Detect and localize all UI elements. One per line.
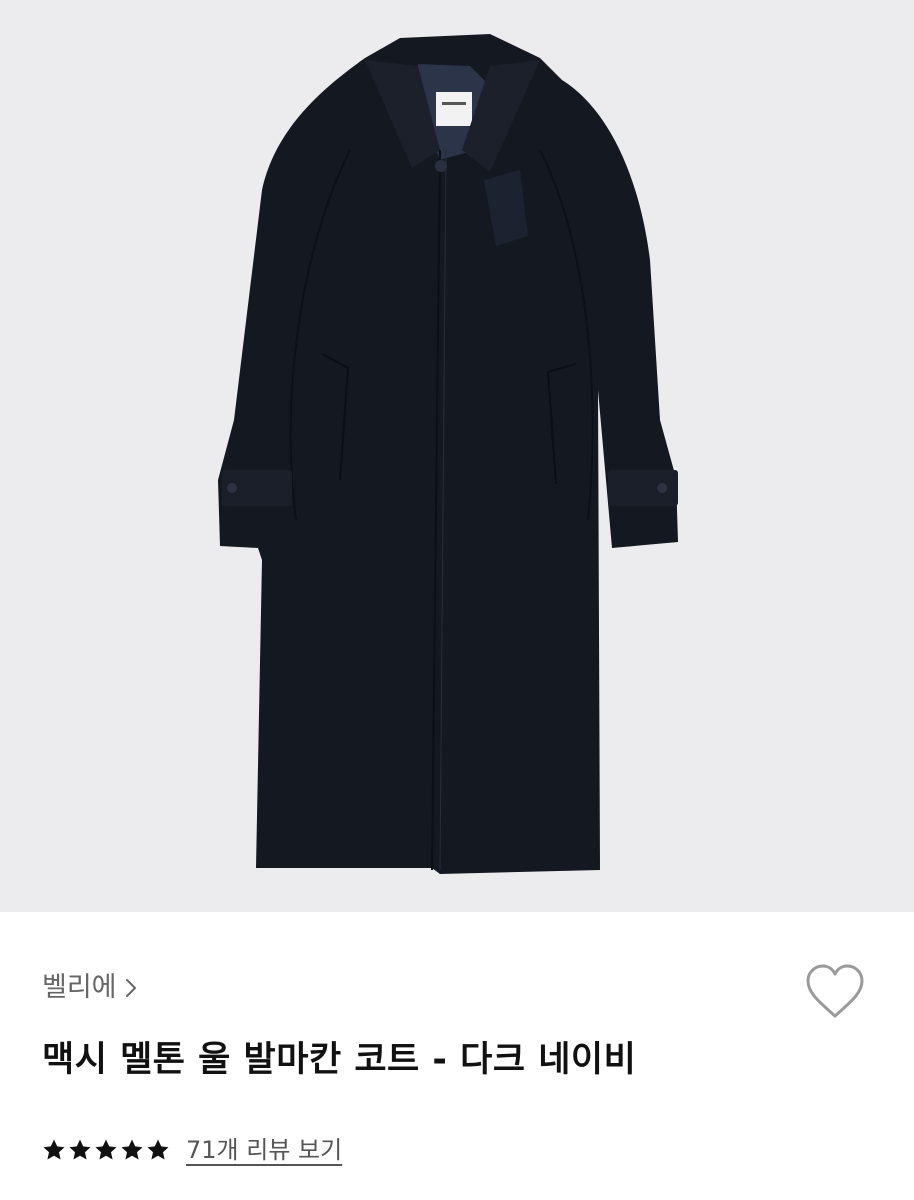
reviews-link[interactable]: 71개 리뷰 보기 xyxy=(186,1133,342,1167)
star-icon xyxy=(147,1139,169,1160)
heart-outline-icon[interactable] xyxy=(802,962,868,1022)
product-title: 맥시 멜톤 울 발마칸 코트 - 다크 네이비 xyxy=(42,1040,637,1080)
star-icon xyxy=(95,1139,117,1160)
product-image-area[interactable] xyxy=(0,0,914,912)
chevron-right-icon xyxy=(125,979,136,997)
brand-link[interactable]: 벨리에 xyxy=(42,970,141,1006)
star-icon xyxy=(121,1139,143,1160)
star-icon xyxy=(69,1139,91,1160)
star-icon xyxy=(43,1139,65,1160)
brand-name: 벨리에 xyxy=(42,972,117,1003)
product-info-panel: 벨리에 맥시 멜톤 울 발마칸 코트 - 다크 네이비 71개 리뷰 보기 xyxy=(0,912,914,1200)
product-page: 벨리에 맥시 멜톤 울 발마칸 코트 - 다크 네이비 71개 리뷰 보기 xyxy=(0,0,914,1200)
rating-row: 71개 리뷰 보기 xyxy=(42,1132,342,1168)
star-rating xyxy=(42,1138,170,1162)
coat-product-image xyxy=(218,34,678,874)
